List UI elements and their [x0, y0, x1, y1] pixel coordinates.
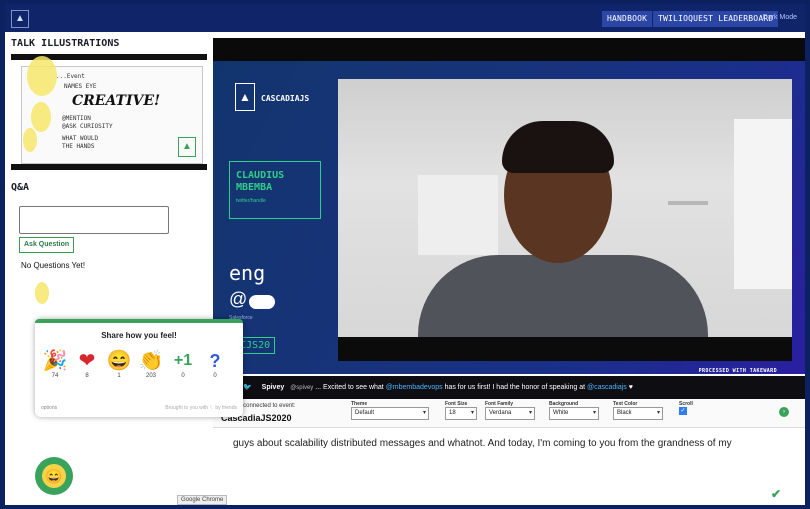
feelings-options-link[interactable]: options — [41, 405, 57, 411]
smile-icon: 😄 — [42, 464, 66, 488]
feelings-title: Share how you feel! — [101, 331, 177, 340]
theme-select[interactable]: Default — [351, 407, 429, 420]
reaction-grin[interactable]: 😄 1 — [105, 349, 133, 379]
plus-one-icon: +1 — [173, 352, 193, 369]
reaction-count: 8 — [85, 373, 89, 379]
reaction-count: 203 — [145, 373, 156, 379]
check-icon: ✔ — [770, 487, 781, 501]
speaker-body — [418, 255, 708, 337]
reaction-count: 0 — [181, 373, 185, 379]
ask-question-button[interactable]: Ask Question — [19, 237, 75, 253]
speaker-handle: twitter/handle — [236, 198, 266, 204]
captions-area: You are connected to event: CascadiaJS20… — [213, 399, 805, 505]
clap-icon: 👏 — [138, 350, 164, 372]
speaker-card: CLAUDIUS MBEMBA twitter/handle — [229, 161, 321, 219]
ticker-user: Spivey — [261, 384, 285, 391]
reaction-heart[interactable]: ❤ 8 — [73, 349, 101, 379]
tweet-ticker: 🐦 Spivey @spivey ... Excited to see what… — [213, 376, 805, 399]
font-family-select[interactable]: Verdana — [485, 407, 535, 420]
tree-icon: ▲ — [178, 137, 196, 157]
chrome-tooltip: Google Chrome — [177, 495, 228, 505]
qa-title: Q&A — [11, 182, 30, 193]
question-icon: ? — [209, 351, 221, 371]
reactions-fab-button[interactable]: 😄 — [35, 457, 73, 495]
font-family-control: Font Family Verdana — [485, 401, 535, 420]
top-nav-bar: ▲ HANDBOOK TWILIOQUEST LEADERBOARD Dark … — [5, 4, 805, 32]
theme-control: Theme Default — [351, 401, 429, 420]
sponsor-at: @ — [229, 289, 248, 309]
go-icon[interactable]: › — [779, 407, 789, 417]
illus-text: THE HANDS — [62, 143, 95, 150]
illustration-bottom-bar — [11, 164, 207, 170]
reaction-question[interactable]: ? 0 — [201, 349, 229, 379]
handbook-button[interactable]: HANDBOOK — [602, 11, 653, 27]
background-control: Background White — [549, 401, 599, 420]
ticker-mention[interactable]: @mbembadevops — [386, 384, 443, 391]
live-caption-text: guys about scalability distributed messa… — [233, 438, 732, 449]
confetti-blob — [31, 102, 51, 132]
speaker-hair — [502, 121, 614, 173]
talk-illustrations-title: TALK ILLUSTRATIONS — [11, 38, 120, 49]
reaction-clap[interactable]: 👏 203 — [137, 349, 165, 379]
ticker-text: ♥ — [626, 384, 633, 391]
shelf — [668, 201, 708, 205]
scroll-checkbox[interactable]: ✓ — [679, 407, 687, 415]
illus-text: @ASK CURIOSITY — [62, 123, 113, 130]
reaction-plus-one[interactable]: +1 0 — [169, 349, 197, 379]
font-size-control: Font Size 18 — [445, 401, 477, 420]
reaction-count: 0 — [213, 373, 217, 379]
ticker-text: has for us first! I had the honor of spe… — [442, 384, 587, 391]
reaction-count: 1 — [117, 373, 121, 379]
text-color-select[interactable]: Black — [613, 407, 663, 420]
text-color-control: Text Color Black — [613, 401, 663, 420]
confetti-blob — [35, 282, 49, 304]
feelings-credit: Brought to you with ♡ by friends — [165, 405, 237, 411]
captioned-by-label: PROCESSED WITH TAKEWARD — [698, 368, 777, 374]
confetti-blob — [27, 56, 57, 96]
speaker-name: CLAUDIUS MBEMBA — [236, 170, 285, 193]
speaker-video[interactable] — [338, 79, 792, 337]
sponsor-eng: eng — [229, 261, 266, 285]
dark-mode-toggle[interactable]: Dark Mode — [763, 14, 797, 21]
app-frame: ▲ HANDBOOK TWILIOQUEST LEADERBOARD Dark … — [5, 4, 805, 505]
tree-icon[interactable]: ▲ — [11, 10, 29, 28]
confetti-blob — [23, 128, 37, 152]
no-questions-text: No Questions Yet! — [21, 261, 86, 270]
tree-icon: ▲ — [235, 83, 255, 111]
grin-icon: 😄 — [106, 350, 132, 372]
reaction-count: 74 — [51, 373, 59, 379]
feelings-accent-bar — [35, 319, 243, 323]
scroll-control: Scroll ✓ — [679, 401, 693, 415]
video-stage: ▲ CASCADIAJS CLAUDIUS MBEMBA twitter/han… — [213, 61, 805, 374]
illus-headline: CREATIVE! — [72, 93, 161, 109]
illus-text: ...Event — [56, 73, 85, 80]
video-bottom-bar — [338, 337, 792, 361]
stage-logo-text: CASCADIAJS — [261, 94, 310, 103]
window-light — [734, 119, 792, 289]
captions-toolbar: You are connected to event: CascadiaJS20… — [213, 399, 805, 428]
stage-top-strip — [213, 38, 805, 61]
leaderboard-button[interactable]: TWILIOQUEST LEADERBOARD — [653, 11, 779, 27]
window-light — [418, 175, 498, 255]
font-size-select[interactable]: 18 — [445, 407, 477, 420]
party-icon: 🎉 — [42, 350, 68, 372]
ticker-mention[interactable]: @cascadiajs — [587, 384, 627, 391]
illus-text: WHAT WOULD — [62, 135, 99, 142]
reaction-party[interactable]: 🎉 74 — [41, 349, 69, 379]
heart-icon: ❤ — [78, 350, 96, 372]
twitter-bird-icon: 🐦 — [243, 384, 252, 391]
illus-text: @MENTION — [62, 115, 91, 122]
ticker-handle: @spivey — [290, 385, 314, 391]
illus-text: NAMES EYE — [64, 83, 97, 90]
left-sidebar: TALK ILLUSTRATIONS ...Event NAMES EYE CR… — [5, 32, 213, 505]
background-select[interactable]: White — [549, 407, 599, 420]
question-input[interactable] — [19, 206, 169, 234]
salesforce-cloud-icon — [249, 295, 275, 309]
feelings-panel: Share how you feel! 🎉 74 ❤ 8 😄 1 👏 203 +… — [35, 319, 243, 417]
ticker-text: ... Excited to see what — [315, 384, 386, 391]
